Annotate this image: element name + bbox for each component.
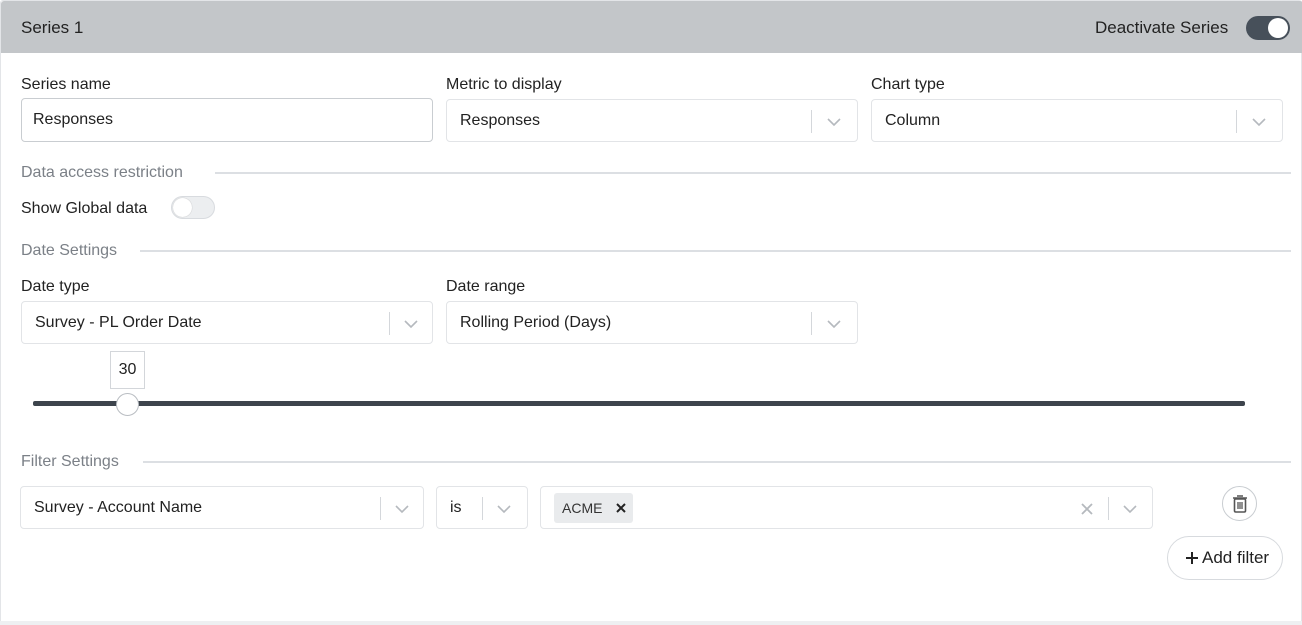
select-separator	[389, 312, 390, 335]
chevron-down-icon[interactable]	[826, 316, 842, 332]
delete-filter-button[interactable]	[1222, 486, 1257, 521]
select-separator	[380, 497, 381, 520]
chart-type-label: Chart type	[871, 76, 945, 93]
toggle-knob	[1268, 18, 1288, 38]
filter-field-select[interactable]: Survey - Account Name	[20, 486, 424, 529]
select-separator	[482, 497, 483, 520]
select-separator	[811, 110, 812, 133]
date-range-select[interactable]: Rolling Period (Days)	[446, 301, 858, 344]
metric-select-value: Responses	[460, 111, 541, 129]
date-range-label: Date range	[446, 278, 526, 295]
add-filter-button[interactable]: Add filter	[1167, 536, 1283, 580]
data-access-section-title: Data access restriction	[21, 164, 183, 181]
chevron-down-icon[interactable]	[394, 501, 410, 517]
chevron-down-icon[interactable]	[1251, 114, 1267, 130]
date-type-label: Date type	[21, 278, 90, 295]
chart-type-select-value: Column	[885, 111, 941, 129]
remove-chip-icon[interactable]	[614, 501, 628, 515]
series-name-label: Series name	[21, 76, 111, 93]
slider-value-tooltip: 30	[110, 351, 145, 389]
section-divider	[143, 461, 1291, 463]
section-divider	[215, 172, 1291, 174]
filter-field-select-value: Survey - Account Name	[34, 498, 203, 516]
series-panel: Series 1 Deactivate Series Series name M…	[0, 0, 1302, 625]
plus-icon	[1186, 552, 1198, 564]
show-global-toggle[interactable]	[171, 196, 215, 219]
deactivate-series-label: Deactivate Series	[1095, 18, 1229, 37]
toggle-knob	[173, 198, 192, 217]
series-name-input[interactable]: Responses	[21, 98, 433, 142]
show-global-label: Show Global data	[21, 200, 148, 217]
metric-label: Metric to display	[446, 76, 562, 93]
date-type-select[interactable]: Survey - PL Order Date	[21, 301, 433, 344]
filter-operator-select[interactable]: is	[436, 486, 528, 529]
select-separator	[1236, 110, 1237, 133]
filter-settings-section-title: Filter Settings	[21, 453, 119, 470]
chip-label: ACME	[562, 500, 603, 516]
chevron-down-icon[interactable]	[496, 501, 512, 517]
rolling-days-slider-handle[interactable]	[116, 393, 139, 416]
chevron-down-icon[interactable]	[826, 114, 842, 130]
date-range-select-value: Rolling Period (Days)	[460, 313, 612, 331]
chevron-down-icon[interactable]	[1122, 501, 1138, 517]
metric-select[interactable]: Responses	[446, 99, 858, 142]
clear-icon[interactable]	[1079, 501, 1095, 517]
chart-type-select[interactable]: Column	[871, 99, 1283, 142]
section-divider	[140, 250, 1291, 252]
add-filter-label: Add filter	[1202, 548, 1270, 567]
filter-value-chip: ACME	[554, 493, 633, 523]
trash-icon	[1233, 495, 1247, 513]
filter-operator-select-value: is	[450, 498, 462, 516]
select-separator	[811, 312, 812, 335]
date-type-select-value: Survey - PL Order Date	[35, 313, 202, 331]
chevron-down-icon[interactable]	[403, 316, 419, 332]
rolling-days-slider-track[interactable]	[33, 401, 1245, 406]
deactivate-series-toggle[interactable]	[1246, 16, 1290, 40]
date-settings-section-title: Date Settings	[21, 242, 118, 259]
series-header: Series 1 Deactivate Series	[1, 1, 1302, 53]
select-separator	[1108, 497, 1109, 520]
panel-bottom-band	[0, 621, 1302, 625]
series-title: Series 1	[21, 18, 84, 37]
